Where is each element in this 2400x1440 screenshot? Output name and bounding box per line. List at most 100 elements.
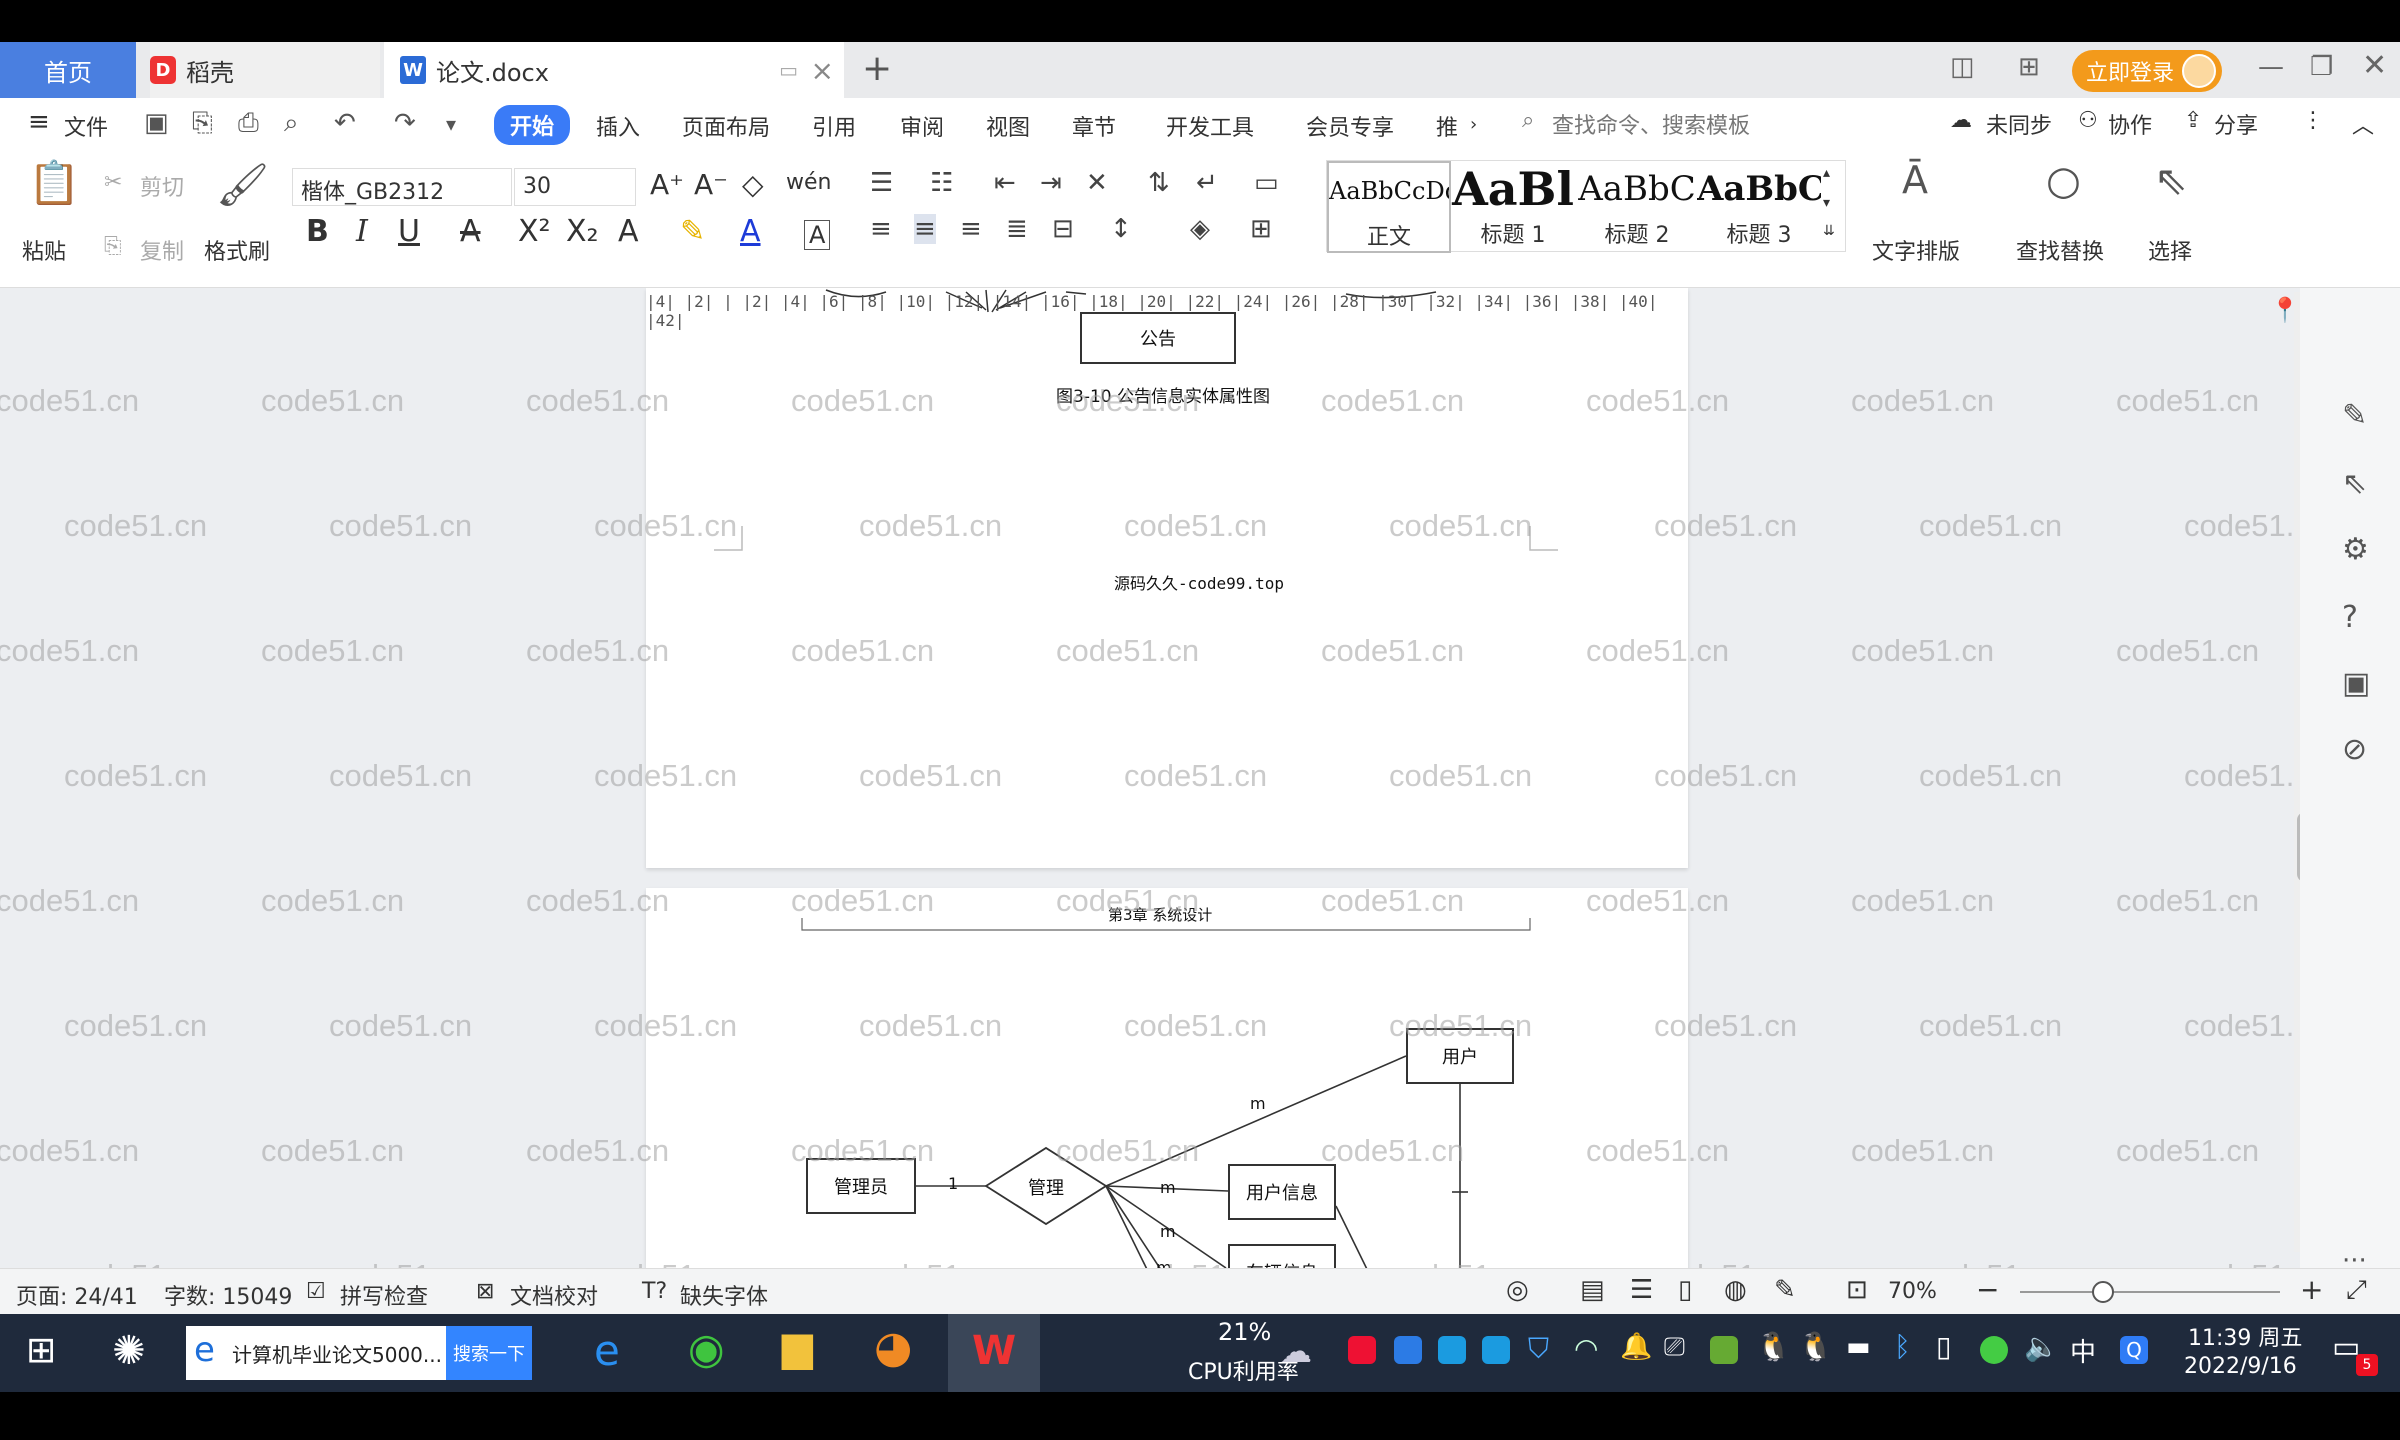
increase-indent-icon[interactable]: ⇥ [1040,168,1062,198]
tab-close-icon[interactable]: × [811,54,834,87]
decrease-indent-icon[interactable]: ⇤ [994,168,1016,198]
highlight-icon[interactable]: ✎ [680,214,705,249]
sort-icon[interactable]: ⇅ [1148,168,1170,198]
style-normal[interactable]: AaBbCcDd 正文 [1327,161,1451,253]
menu-more[interactable]: 推 [1436,110,1458,142]
font-family-select[interactable]: 楷体_GB2312 [292,168,512,206]
search-assist-icon[interactable]: Q [2120,1336,2148,1364]
pen-icon[interactable]: ✎ [2342,398,2367,433]
align-left-icon[interactable]: ≡ [870,214,892,244]
menu-review[interactable]: 审阅 [900,110,944,142]
grid-apps-icon[interactable]: ⊞ [2018,52,2040,82]
wifi-icon[interactable]: ◠ [1574,1332,1598,1365]
text-layout-button[interactable]: 文字排版 [1872,234,1960,266]
style-heading3[interactable]: AaBbC 标题 3 [1697,161,1821,253]
menu-home-tab[interactable]: 开始 [494,105,571,145]
tray-app-icon-2[interactable] [1394,1336,1422,1364]
line-spacing-icon[interactable]: ↕ [1110,214,1132,244]
subscript-icon[interactable]: X₂ [566,214,599,249]
image-edit-icon[interactable]: ▣ [2342,666,2370,701]
tray-app-icon-4[interactable] [1482,1336,1510,1364]
font-color-icon[interactable]: A [740,214,761,249]
collapse-ribbon-icon[interactable]: ︿ [2352,108,2374,140]
menu-references[interactable]: 引用 [812,110,856,142]
superscript-icon[interactable]: X² [518,214,551,249]
window-pin-icon[interactable]: ▭ [779,58,798,82]
chevron-right-icon[interactable]: › [1470,114,1477,135]
zoom-in-icon[interactable]: + [2300,1273,2323,1306]
web-view-icon[interactable]: ◍ [1724,1275,1747,1305]
hamburger-icon[interactable]: ≡ [28,107,50,137]
undo-icon[interactable]: ↶ [334,108,356,138]
shield-icon[interactable]: ⛉ [1528,1332,1549,1366]
format-painter-icon[interactable]: 🖌 [216,160,269,210]
copy-button[interactable]: 复制 [140,234,184,266]
share-button[interactable]: 分享 [2214,108,2258,140]
menu-file[interactable]: 文件 [64,110,108,142]
clock-date[interactable]: 2022/9/16 [2184,1354,2297,1379]
volume-icon[interactable]: 🔈 [2024,1330,2059,1363]
page-view-icon[interactable]: ▤ [1580,1275,1605,1305]
reading-view-icon[interactable]: ▯ [1678,1275,1692,1305]
outline-view-icon[interactable]: ☰ [1630,1275,1653,1305]
windows-start-icon[interactable]: ⊞ [26,1330,56,1371]
collab-button[interactable]: 协作 [2108,108,2152,140]
char-border-icon[interactable]: A [804,220,831,250]
nvidia-icon[interactable] [1710,1336,1738,1364]
word-count[interactable]: 字数: 15049 [164,1279,292,1311]
cut-button[interactable]: 剪切 [140,170,184,202]
tray-green-icon[interactable] [1980,1336,2008,1364]
new-tab-button[interactable]: + [862,48,892,89]
taskbar-search[interactable]: e 计算机毕业论文5000... 搜索一下 [186,1326,532,1380]
zoom-level[interactable]: 70% [1888,1279,1937,1304]
menu-member[interactable]: 会员专享 [1306,110,1394,142]
layout-icon[interactable]: ◫ [1950,52,1975,82]
paste-button[interactable]: 粘贴 [22,234,66,266]
qq-icon-2[interactable]: 🐧 [1798,1330,1833,1363]
clear-format-icon[interactable]: ◇ [742,168,764,201]
location-pin-icon[interactable]: 📍 [2270,296,2300,324]
sync-status[interactable]: 未同步 [1986,108,2052,140]
style-scroll-down-icon[interactable]: ▾ [1823,195,1830,211]
zoom-slider-track[interactable] [2020,1291,2280,1293]
format-painter-button[interactable]: 格式刷 [204,234,270,266]
phonetic-guide-icon[interactable]: wén [786,170,831,195]
zoom-out-icon[interactable]: − [1976,1273,1999,1306]
style-heading2[interactable]: AaBbC 标题 2 [1575,161,1699,253]
redo-icon[interactable]: ↷ [394,108,416,138]
writing-mode-icon[interactable]: ✎ [1774,1275,1796,1305]
align-right-icon[interactable]: ≡ [960,214,982,244]
more-options-icon[interactable]: ⋮ [2302,108,2324,133]
page-indicator[interactable]: 页面: 24/41 [16,1279,138,1311]
style-heading1[interactable]: AaBl 标题 1 [1451,161,1575,253]
app-pinwheel-icon[interactable]: ✺ [112,1328,146,1374]
minimize-icon[interactable]: — [2258,52,2284,82]
style-scroll-up-icon[interactable]: ▴ [1823,165,1830,181]
export-icon[interactable]: ⎘ [192,108,213,139]
justify-icon[interactable]: ≣ [1006,214,1028,244]
adjust-icon[interactable]: ⚙ [2342,532,2369,567]
tab-home[interactable]: 首页 [0,42,136,98]
print-preview-icon[interactable]: ⌕ [284,108,299,139]
help-icon[interactable]: ? [2342,600,2358,635]
chinese-layout-icon[interactable]: ✕ [1086,168,1108,198]
missing-font-button[interactable]: 缺失字体 [680,1279,768,1311]
screenshot-icon[interactable]: ⎚ [1664,1332,1685,1363]
tab-document[interactable]: W 论文.docx ▭ × [384,42,844,98]
wps-taskbar-item[interactable]: W [948,1314,1040,1392]
text-layout-icon[interactable]: Ā [1902,158,1928,202]
tray-app-icon-1[interactable] [1348,1336,1376,1364]
font-size-select[interactable]: 30 [514,168,636,206]
clock-time[interactable]: 11:39 周五 [2188,1320,2302,1352]
document-page[interactable]: 公告 图3-10 公告信息实体属性图 源码久久-code99.top [646,288,1688,868]
borders-icon[interactable]: ⊞ [1250,214,1272,244]
style-expand-icon[interactable]: ⇊ [1823,223,1835,239]
show-marks-icon[interactable]: ↵ [1196,168,1218,198]
file-explorer-icon[interactable]: ▆ [782,1324,813,1370]
numbered-list-icon[interactable]: ☷ [930,168,953,198]
compass-icon[interactable]: ⊘ [2342,732,2367,767]
tray-app-icon-3[interactable] [1438,1336,1466,1364]
command-search-input[interactable]: 查找命令、搜索模板 [1552,108,1750,140]
bell-icon[interactable]: 🔔 [1620,1332,1652,1362]
shrink-font-icon[interactable]: A⁻ [694,168,728,201]
